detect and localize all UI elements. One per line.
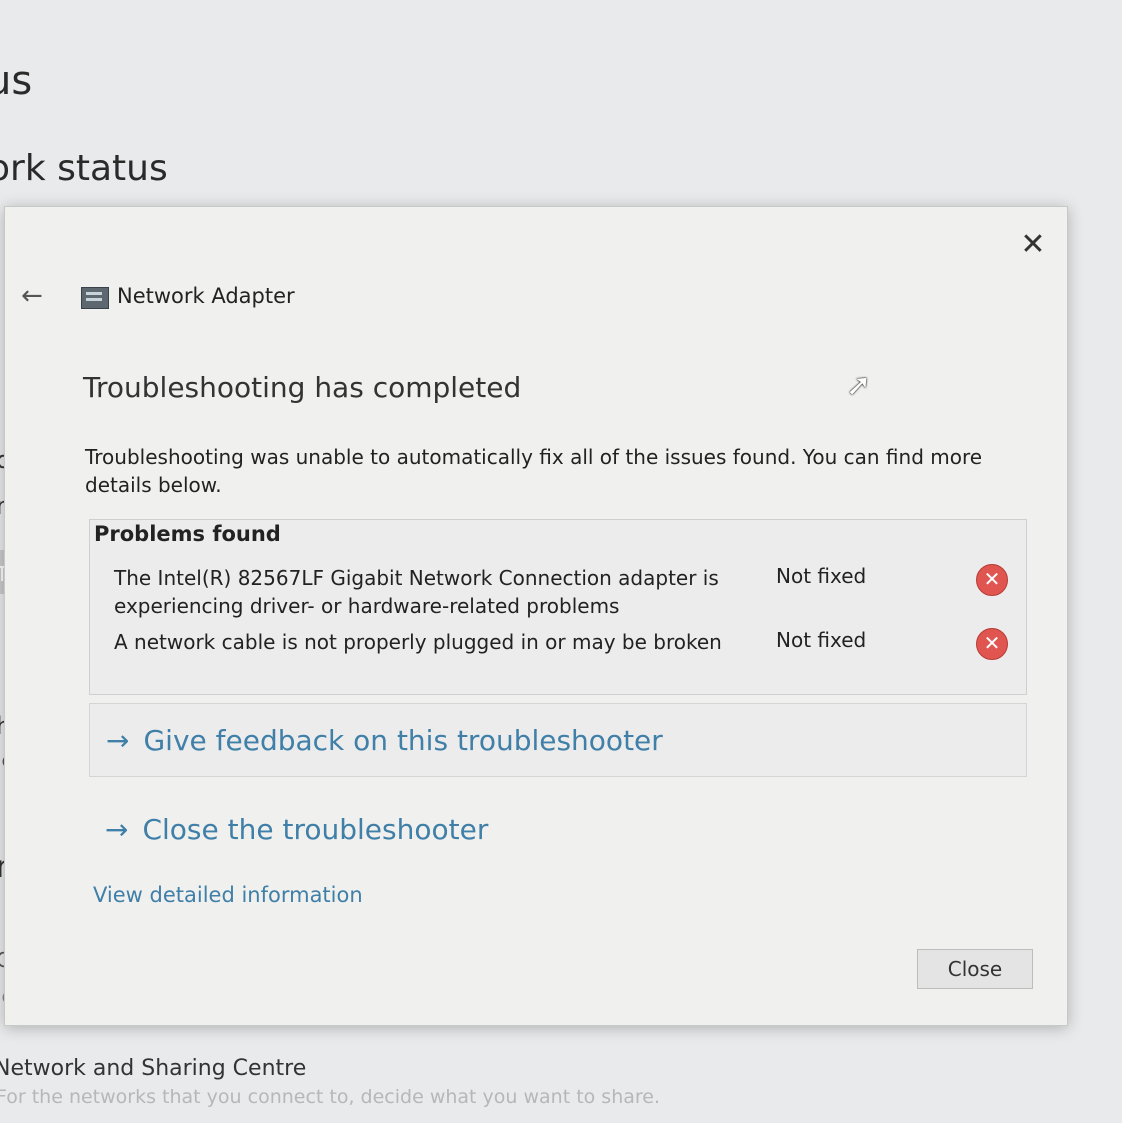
back-arrow-icon[interactable]: ← [21, 281, 61, 311]
close-troubleshooter-link[interactable]: → Close the troubleshooter [89, 793, 1025, 865]
background-heading-fragment: us [0, 58, 33, 104]
give-feedback-label: Give feedback on this troubleshooter [143, 723, 663, 757]
background-subheading-fragment: ork status [0, 148, 168, 189]
arrow-right-icon: → [106, 723, 130, 757]
network-sharing-centre-link[interactable]: Network and Sharing Centre [0, 1056, 306, 1081]
close-icon[interactable]: ✕ [1015, 227, 1051, 263]
problems-found-header: Problems found [94, 522, 281, 546]
problem-description: A network cable is not properly plugged … [114, 630, 722, 654]
error-icon: ✕ [976, 564, 1008, 596]
problems-found-panel: Problems found The Intel(R) 82567LF Giga… [89, 519, 1027, 695]
page-title: Troubleshooting has completed [83, 371, 522, 404]
problem-description: The Intel(R) 82567LF Gigabit Network Con… [114, 566, 719, 618]
network-adapter-icon [81, 285, 109, 309]
mouse-pointer-icon: ➚ [846, 368, 872, 403]
give-feedback-link[interactable]: → Give feedback on this troubleshooter [89, 703, 1027, 777]
troubleshooter-dialog: ✕ ← Network Adapter Troubleshooting has … [4, 206, 1068, 1026]
network-sharing-centre-description: For the networks that you connect to, de… [0, 1086, 661, 1108]
error-icon: ✕ [976, 628, 1008, 660]
arrow-right-icon: → [105, 812, 129, 846]
close-troubleshooter-label: Close the troubleshooter [142, 812, 489, 846]
close-button[interactable]: Close [917, 949, 1033, 989]
problem-status: Not fixed [776, 564, 867, 588]
dialog-header: ← Network Adapter [21, 279, 295, 313]
problem-status: Not fixed [776, 628, 867, 652]
dialog-header-title: Network Adapter [117, 284, 295, 308]
view-detailed-information-link[interactable]: View detailed information [93, 883, 363, 907]
result-description: Troubleshooting was unable to automatica… [85, 445, 983, 497]
